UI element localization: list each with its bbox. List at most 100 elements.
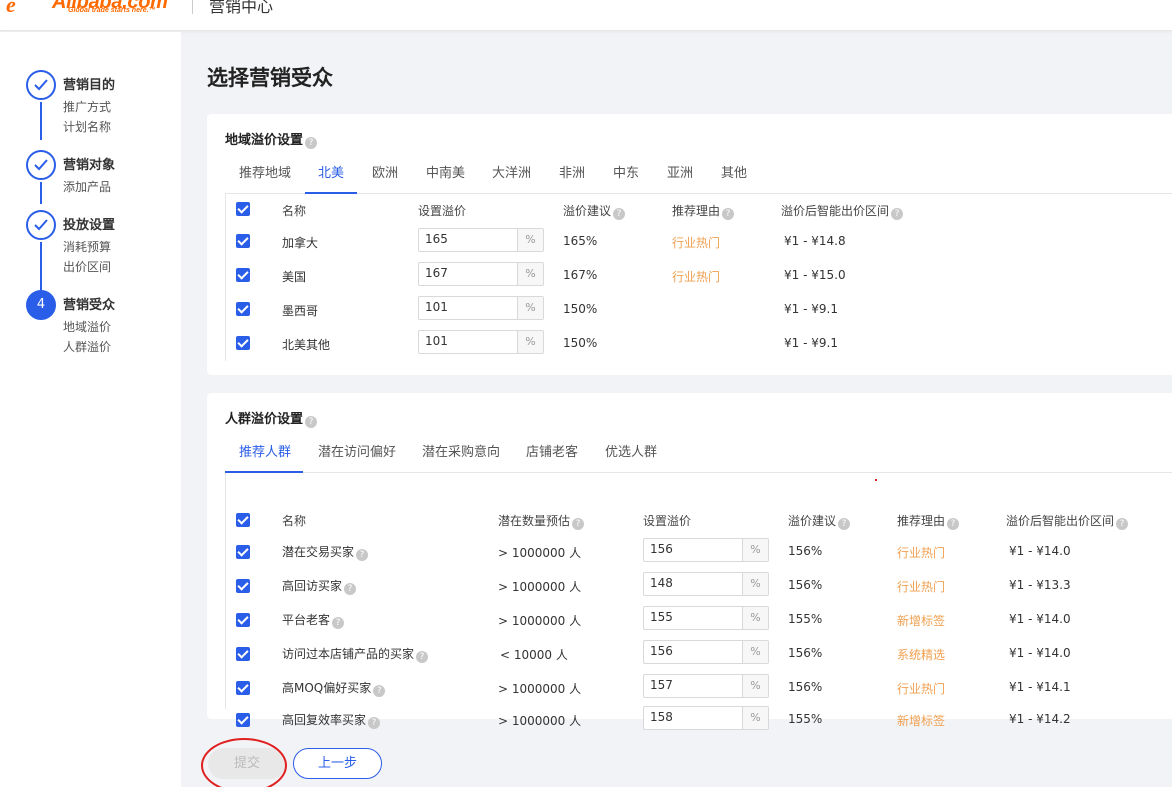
tab-region-latin-america[interactable]: 中南美 xyxy=(426,164,465,194)
step-done-icon xyxy=(26,70,56,100)
help-icon[interactable]: ? xyxy=(722,208,735,220)
help-icon[interactable]: ? xyxy=(373,685,386,697)
crowd-card-title: 人群溢价设置? xyxy=(225,408,318,428)
help-icon[interactable]: ? xyxy=(344,583,357,595)
col-suggest-text: 溢价建议 xyxy=(788,514,837,528)
tab-region-north-america[interactable]: 北美 xyxy=(318,164,344,194)
crowd-name: 访问过本店铺产品的买家? xyxy=(282,645,429,663)
bid-range: ¥1 - ¥14.1 xyxy=(1009,680,1071,694)
crowd-name: 高回复效率买家? xyxy=(282,711,381,729)
col-range: 溢价后智能出价区间? xyxy=(781,202,904,220)
premium-value: 167 xyxy=(425,266,448,280)
region-name: 美国 xyxy=(282,270,307,284)
step-title: 营销目的 xyxy=(63,78,116,93)
table-border xyxy=(225,194,226,361)
help-icon[interactable]: ? xyxy=(1116,518,1129,530)
help-icon[interactable]: ? xyxy=(416,651,429,663)
reason-tag: 系统精选 xyxy=(897,648,946,662)
percent-unit: % xyxy=(742,675,768,697)
table-border xyxy=(225,473,226,709)
step-sub: 计划名称 xyxy=(63,120,112,134)
row-checkbox[interactable] xyxy=(236,545,250,559)
step-done-icon xyxy=(26,210,56,240)
premium-input[interactable]: 148% xyxy=(643,572,769,596)
tab-crowd-visit-preference[interactable]: 潜在访问偏好 xyxy=(318,443,396,473)
percent-unit: % xyxy=(517,331,543,353)
crowd-name-text: 访问过本店铺产品的买家 xyxy=(282,647,415,661)
step-title: 投放设置 xyxy=(63,218,116,233)
crowd-name-text: 高回复效率买家 xyxy=(282,713,367,727)
crowd-name-text: 高回访买家 xyxy=(282,579,343,593)
tab-region-asia[interactable]: 亚洲 xyxy=(667,164,693,194)
row-checkbox[interactable] xyxy=(236,234,250,248)
tab-crowd-purchase-intent[interactable]: 潜在采购意向 xyxy=(422,443,500,473)
select-all-checkbox[interactable] xyxy=(236,513,250,527)
select-all-checkbox[interactable] xyxy=(236,202,250,216)
help-icon[interactable]: ? xyxy=(891,208,904,220)
tab-region-europe[interactable]: 欧洲 xyxy=(372,164,398,194)
percent-unit: % xyxy=(517,229,543,251)
premium-input[interactable]: 155% xyxy=(643,606,769,630)
col-reason: 推荐理由? xyxy=(897,512,960,530)
bid-range: ¥1 - ¥14.0 xyxy=(1009,544,1071,558)
help-icon[interactable]: ? xyxy=(356,549,369,561)
step-done-icon xyxy=(26,150,56,180)
tab-region-other[interactable]: 其他 xyxy=(721,164,747,194)
reason-tag: 行业热门 xyxy=(897,546,946,560)
estimate-value: > 1000000 人 xyxy=(498,614,582,628)
percent-unit: % xyxy=(742,641,768,663)
col-suggest: 溢价建议? xyxy=(563,202,626,220)
premium-input[interactable]: 156% xyxy=(643,538,769,562)
suggest-value: 155% xyxy=(788,612,823,626)
page-title: 选择营销受众 xyxy=(207,66,333,90)
help-icon[interactable]: ? xyxy=(838,518,851,530)
suggest-value: 155% xyxy=(788,712,823,726)
premium-input[interactable]: 165% xyxy=(418,228,544,252)
help-icon[interactable]: ? xyxy=(332,617,345,629)
reason-tag: 新增标签 xyxy=(897,614,946,628)
tab-crowd-old-customers[interactable]: 店铺老客 xyxy=(526,443,578,473)
help-icon[interactable]: ? xyxy=(368,717,381,729)
row-checkbox[interactable] xyxy=(236,336,250,350)
help-icon[interactable]: ? xyxy=(572,518,585,530)
step-connector xyxy=(40,102,42,140)
premium-input[interactable]: 158% xyxy=(643,706,769,730)
premium-input[interactable]: 167% xyxy=(418,262,544,286)
premium-input[interactable]: 156% xyxy=(643,640,769,664)
region-name: 加拿大 xyxy=(282,236,319,250)
alibaba-logo-icon[interactable]: e xyxy=(6,0,16,18)
row-checkbox[interactable] xyxy=(236,268,250,282)
premium-input[interactable]: 157% xyxy=(643,674,769,698)
bid-range: ¥1 - ¥9.1 xyxy=(784,302,838,316)
tab-region-africa[interactable]: 非洲 xyxy=(559,164,585,194)
premium-value: 101 xyxy=(425,334,448,348)
row-checkbox[interactable] xyxy=(236,681,250,695)
previous-step-button[interactable]: 上一步 xyxy=(293,748,382,779)
help-icon[interactable]: ? xyxy=(613,208,626,220)
premium-input[interactable]: 101% xyxy=(418,296,544,320)
tab-region-oceania[interactable]: 大洋洲 xyxy=(492,164,531,194)
premium-value: 156 xyxy=(650,542,673,556)
col-range-text: 溢价后智能出价区间 xyxy=(781,204,890,218)
row-checkbox[interactable] xyxy=(236,302,250,316)
col-suggest-text: 溢价建议 xyxy=(563,204,612,218)
row-checkbox[interactable] xyxy=(236,579,250,593)
tab-crowd-recommended[interactable]: 推荐人群 xyxy=(239,443,291,473)
step-connector xyxy=(40,242,42,292)
help-icon[interactable]: ? xyxy=(305,416,318,428)
premium-input[interactable]: 101% xyxy=(418,330,544,354)
crowd-name-text: 高MOQ偏好买家 xyxy=(282,681,372,695)
help-icon[interactable]: ? xyxy=(305,137,318,149)
help-icon[interactable]: ? xyxy=(947,518,960,530)
col-name: 名称 xyxy=(282,514,307,528)
row-checkbox[interactable] xyxy=(236,713,250,727)
row-checkbox[interactable] xyxy=(236,613,250,627)
premium-value: 155 xyxy=(650,610,673,624)
tab-crowd-preferred[interactable]: 优选人群 xyxy=(605,443,657,473)
suggest-value: 150% xyxy=(563,336,598,350)
percent-unit: % xyxy=(742,707,768,729)
row-checkbox[interactable] xyxy=(236,647,250,661)
step-sub: 消耗预算 xyxy=(63,240,112,254)
tab-region-recommended[interactable]: 推荐地域 xyxy=(239,164,291,194)
tab-region-middle-east[interactable]: 中东 xyxy=(613,164,639,194)
